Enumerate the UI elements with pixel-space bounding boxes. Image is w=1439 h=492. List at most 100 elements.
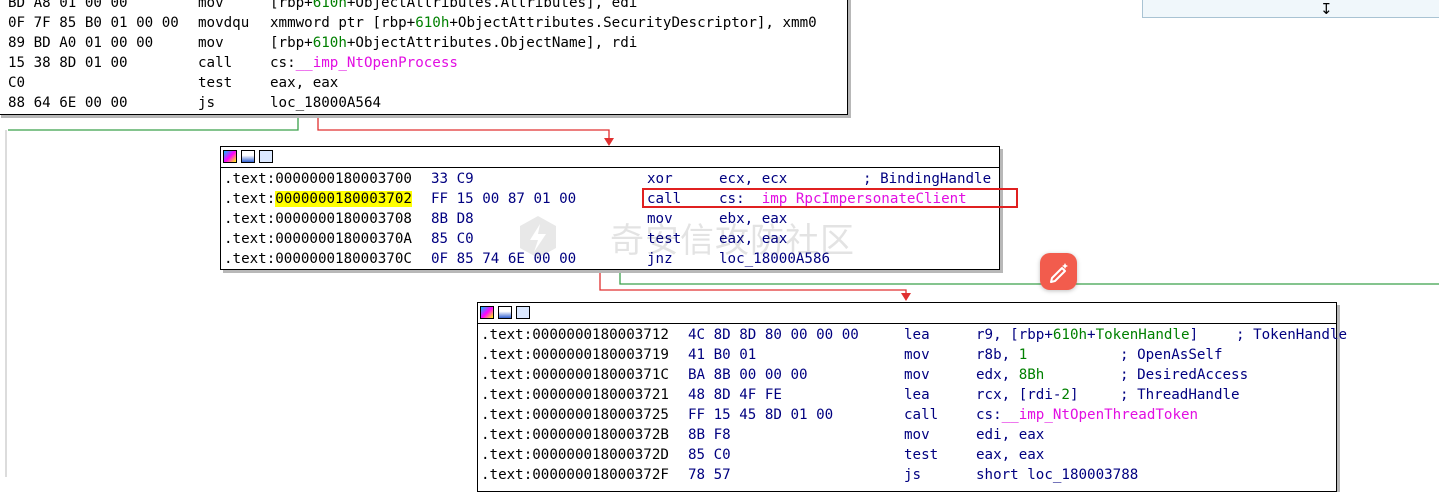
edge-arrow-mid: [604, 138, 614, 146]
comment: ; DesiredAccess: [1120, 367, 1249, 383]
mnemonic: test: [647, 231, 682, 247]
import-name[interactable]: __imp_NtOpenThreadToken: [1002, 407, 1198, 423]
operands: ecx, ecx: [719, 169, 787, 189]
instruction-bytes: 41 B0 01: [688, 347, 757, 363]
operand-number: 610h: [312, 35, 347, 51]
operand-text: edi, eax: [976, 427, 1045, 443]
segment-name: .text:: [481, 327, 533, 343]
asm-line[interactable]: .text:000000018000370A 85 C0 test eax, eax: [221, 229, 1001, 249]
asm-line[interactable]: .text:000000018000372F 78 57 js short loc_1…: [478, 465, 1338, 485]
edit-node-icon[interactable]: [498, 306, 512, 319]
address[interactable]: .text:0000000180003725: [481, 405, 669, 425]
address-value: 0000000180003708: [275, 211, 412, 227]
magic-pen-button[interactable]: [1040, 253, 1077, 290]
asm-line[interactable]: .text:000000018000371C BA 8B 00 00 00 mov e…: [478, 365, 1338, 385]
asm-line[interactable]: .text:000000018000372D 85 C0 test eax, eax: [478, 445, 1338, 465]
import-name[interactable]: __imp_NtOpenProcess: [296, 55, 458, 71]
operands: eax, eax: [719, 229, 787, 249]
operand-text: [rbp+: [270, 0, 313, 11]
operands: ebx, eax: [719, 209, 787, 229]
operands: [rbp+610h+ObjectAttributes.ObjectName], …: [270, 33, 637, 53]
comment: ; BindingHandle: [863, 171, 992, 187]
instruction-bytes: 8B F8: [688, 427, 731, 443]
asm-line[interactable]: .text:000000018000370C 0F 85 74 6E 00 00 j…: [221, 249, 1001, 269]
operand-text: cs:: [270, 55, 296, 71]
address[interactable]: .text:000000018000371C: [481, 365, 669, 385]
mnemonic: mov: [904, 367, 930, 383]
address[interactable]: .text:000000018000372B: [481, 425, 669, 445]
asm-line[interactable]: 0F 7F 85 B0 01 00 00 movdqu xmmword ptr [r…: [0, 13, 849, 33]
mnemonic: mov: [904, 347, 930, 363]
asm-block-top[interactable]: BD A8 01 00 00 mov [rbp+610h+ObjectAttribu…: [0, 0, 848, 115]
mnemonic: mov: [647, 211, 673, 227]
operands: cs:__imp_NtOpenThreadToken: [976, 405, 1198, 425]
address[interactable]: .text:0000000180003721: [481, 385, 669, 405]
address[interactable]: .text:0000000180003712: [481, 325, 669, 345]
address[interactable]: .text:0000000180003702: [224, 189, 412, 209]
operands: loc_18000A564: [270, 93, 381, 113]
operand-text: short loc_180003788: [976, 467, 1139, 483]
edge-green-top: [8, 114, 299, 131]
comment: ; ThreadHandle: [1120, 387, 1240, 403]
mnemonic: test: [198, 75, 233, 91]
segment-name: .text:: [224, 191, 276, 207]
address[interactable]: .text:000000018000372D: [481, 445, 669, 465]
operands: edx, 8Bh: [976, 365, 1044, 385]
address[interactable]: .text:0000000180003708: [224, 209, 412, 229]
operand-number: 2: [1061, 387, 1070, 403]
address[interactable]: .text:000000018000370C: [224, 249, 412, 269]
highlight-rect-call: [642, 188, 1018, 208]
address[interactable]: .text:0000000180003719: [481, 345, 669, 365]
comment: ; OpenAsSelf: [1120, 347, 1223, 363]
graph-color-icon[interactable]: [223, 150, 237, 163]
address[interactable]: .text:0000000180003700: [224, 169, 412, 189]
asm-line[interactable]: .text:0000000180003719 41 B0 01 mov r8b, 1;…: [478, 345, 1338, 365]
operand-text: ]: [1069, 387, 1079, 403]
asm-line[interactable]: 88 64 6E 00 00 js loc_18000A564: [0, 93, 849, 113]
asm-line[interactable]: C0 test eax, eax: [0, 73, 849, 93]
address-value: 0000000180003702: [275, 191, 412, 207]
magic-pen-icon: [1050, 263, 1068, 283]
asm-block-bottom[interactable]: .text:0000000180003712 4C 8D 8D 80 00 00 …: [477, 302, 1347, 492]
operand-text: rcx, [rdi-: [976, 387, 1062, 403]
address-value: 000000018000372F: [532, 467, 669, 483]
operand-text: cs:: [976, 407, 1002, 423]
address[interactable]: .text:000000018000370A: [224, 229, 412, 249]
edit-node-icon[interactable]: [241, 150, 255, 163]
instruction-bytes: 78 57: [688, 467, 731, 483]
asm-line[interactable]: .text:0000000180003725 FF 15 45 8D 01 00 c…: [478, 405, 1338, 425]
operand-text: +: [1087, 327, 1096, 343]
operand-number: 610h: [415, 15, 450, 31]
operand-text: +ObjectAttributes.ObjectName], rdi: [346, 35, 638, 51]
mnemonic: lea: [904, 327, 930, 343]
mnemonic: js: [904, 467, 922, 483]
node-type-icon[interactable]: [516, 306, 530, 319]
instruction-bytes: 0F 85 74 6E 00 00: [431, 251, 577, 267]
node-type-icon[interactable]: [259, 150, 273, 163]
instruction-bytes: 8B D8: [431, 211, 474, 227]
address-value: 000000018000370C: [275, 251, 412, 267]
operand-number: 1: [1018, 347, 1028, 363]
asm-block-middle[interactable]: .text:0000000180003700 33 C9 xor ecx, ecx; …: [220, 146, 1000, 270]
address-value: 0000000180003719: [532, 347, 669, 363]
instruction-bytes: 89 BD A0 01 00 00: [8, 35, 154, 51]
graph-color-icon[interactable]: [480, 306, 494, 319]
asm-line[interactable]: 15 38 8D 01 00 call cs:__imp_NtOpenProcess: [0, 53, 849, 73]
pin-icon[interactable]: ↧: [1320, 1, 1333, 19]
asm-line[interactable]: .text:0000000180003708 8B D8 mov ebx, eax: [221, 209, 1001, 229]
asm-line[interactable]: BD A8 01 00 00 mov [rbp+610h+ObjectAttribu…: [0, 0, 849, 13]
asm-line[interactable]: 89 BD A0 01 00 00 mov [rbp+610h+ObjectAttr…: [0, 33, 849, 53]
segment-name: .text:: [481, 387, 533, 403]
segment-name: .text:: [481, 467, 533, 483]
instruction-bytes: BD A8 01 00 00: [8, 0, 128, 11]
instruction-bytes: 85 C0: [431, 231, 474, 247]
edge-red-mid-to-bottom: [599, 270, 907, 294]
asm-line[interactable]: .text:0000000180003700 33 C9 xor ecx, ecx ; …: [221, 169, 1001, 189]
asm-line[interactable]: .text:0000000180003721 48 8D 4F FE lea rcx,…: [478, 385, 1338, 405]
edge-green-mid-right: [619, 270, 1439, 285]
asm-line[interactable]: .text:0000000180003712 4C 8D 8D 80 00 00 …: [478, 325, 1347, 345]
asm-line[interactable]: .text:000000018000372B 8B F8 mov edi, eax: [478, 425, 1338, 445]
address[interactable]: .text:000000018000372F: [481, 465, 669, 485]
instruction-bytes: 33 C9: [431, 171, 474, 187]
operand-text: eax, eax: [976, 447, 1045, 463]
